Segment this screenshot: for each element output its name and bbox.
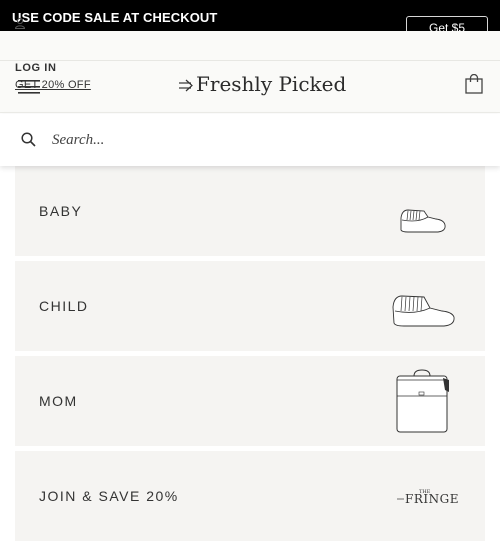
- promo-text: USE CODE SALE AT CHECKOUT: [12, 10, 218, 25]
- search-bar: [0, 114, 500, 166]
- category-label: BABY: [39, 203, 83, 219]
- user-icon[interactable]: [14, 16, 26, 34]
- svg-text:FRINGE: FRINGE: [405, 492, 459, 506]
- logo-text: Freshly Picked: [196, 72, 347, 96]
- category-label: CHILD: [39, 298, 89, 314]
- category-card-baby[interactable]: BABY: [15, 166, 485, 256]
- site-logo[interactable]: Freshly Picked: [178, 72, 346, 98]
- utility-bar: [0, 31, 500, 61]
- category-card-join[interactable]: JOIN & SAVE 20% THE FRINGE: [15, 451, 485, 541]
- category-card-child[interactable]: CHILD: [15, 261, 485, 351]
- get-20-off-link[interactable]: GET 20% OFF: [15, 79, 91, 91]
- diaper-backpack-icon: [395, 368, 451, 439]
- child-moccasin-icon: [390, 293, 458, 334]
- shopping-bag-icon[interactable]: [465, 73, 483, 99]
- login-link[interactable]: LOG IN: [15, 62, 57, 74]
- category-card-mom[interactable]: MOM: [15, 356, 485, 446]
- search-icon[interactable]: [21, 132, 36, 152]
- category-label: MOM: [39, 393, 78, 409]
- category-label: JOIN & SAVE 20%: [39, 488, 179, 504]
- arrow-icon: [178, 74, 194, 98]
- baby-moccasin-icon: [398, 206, 448, 239]
- search-input[interactable]: [52, 128, 472, 152]
